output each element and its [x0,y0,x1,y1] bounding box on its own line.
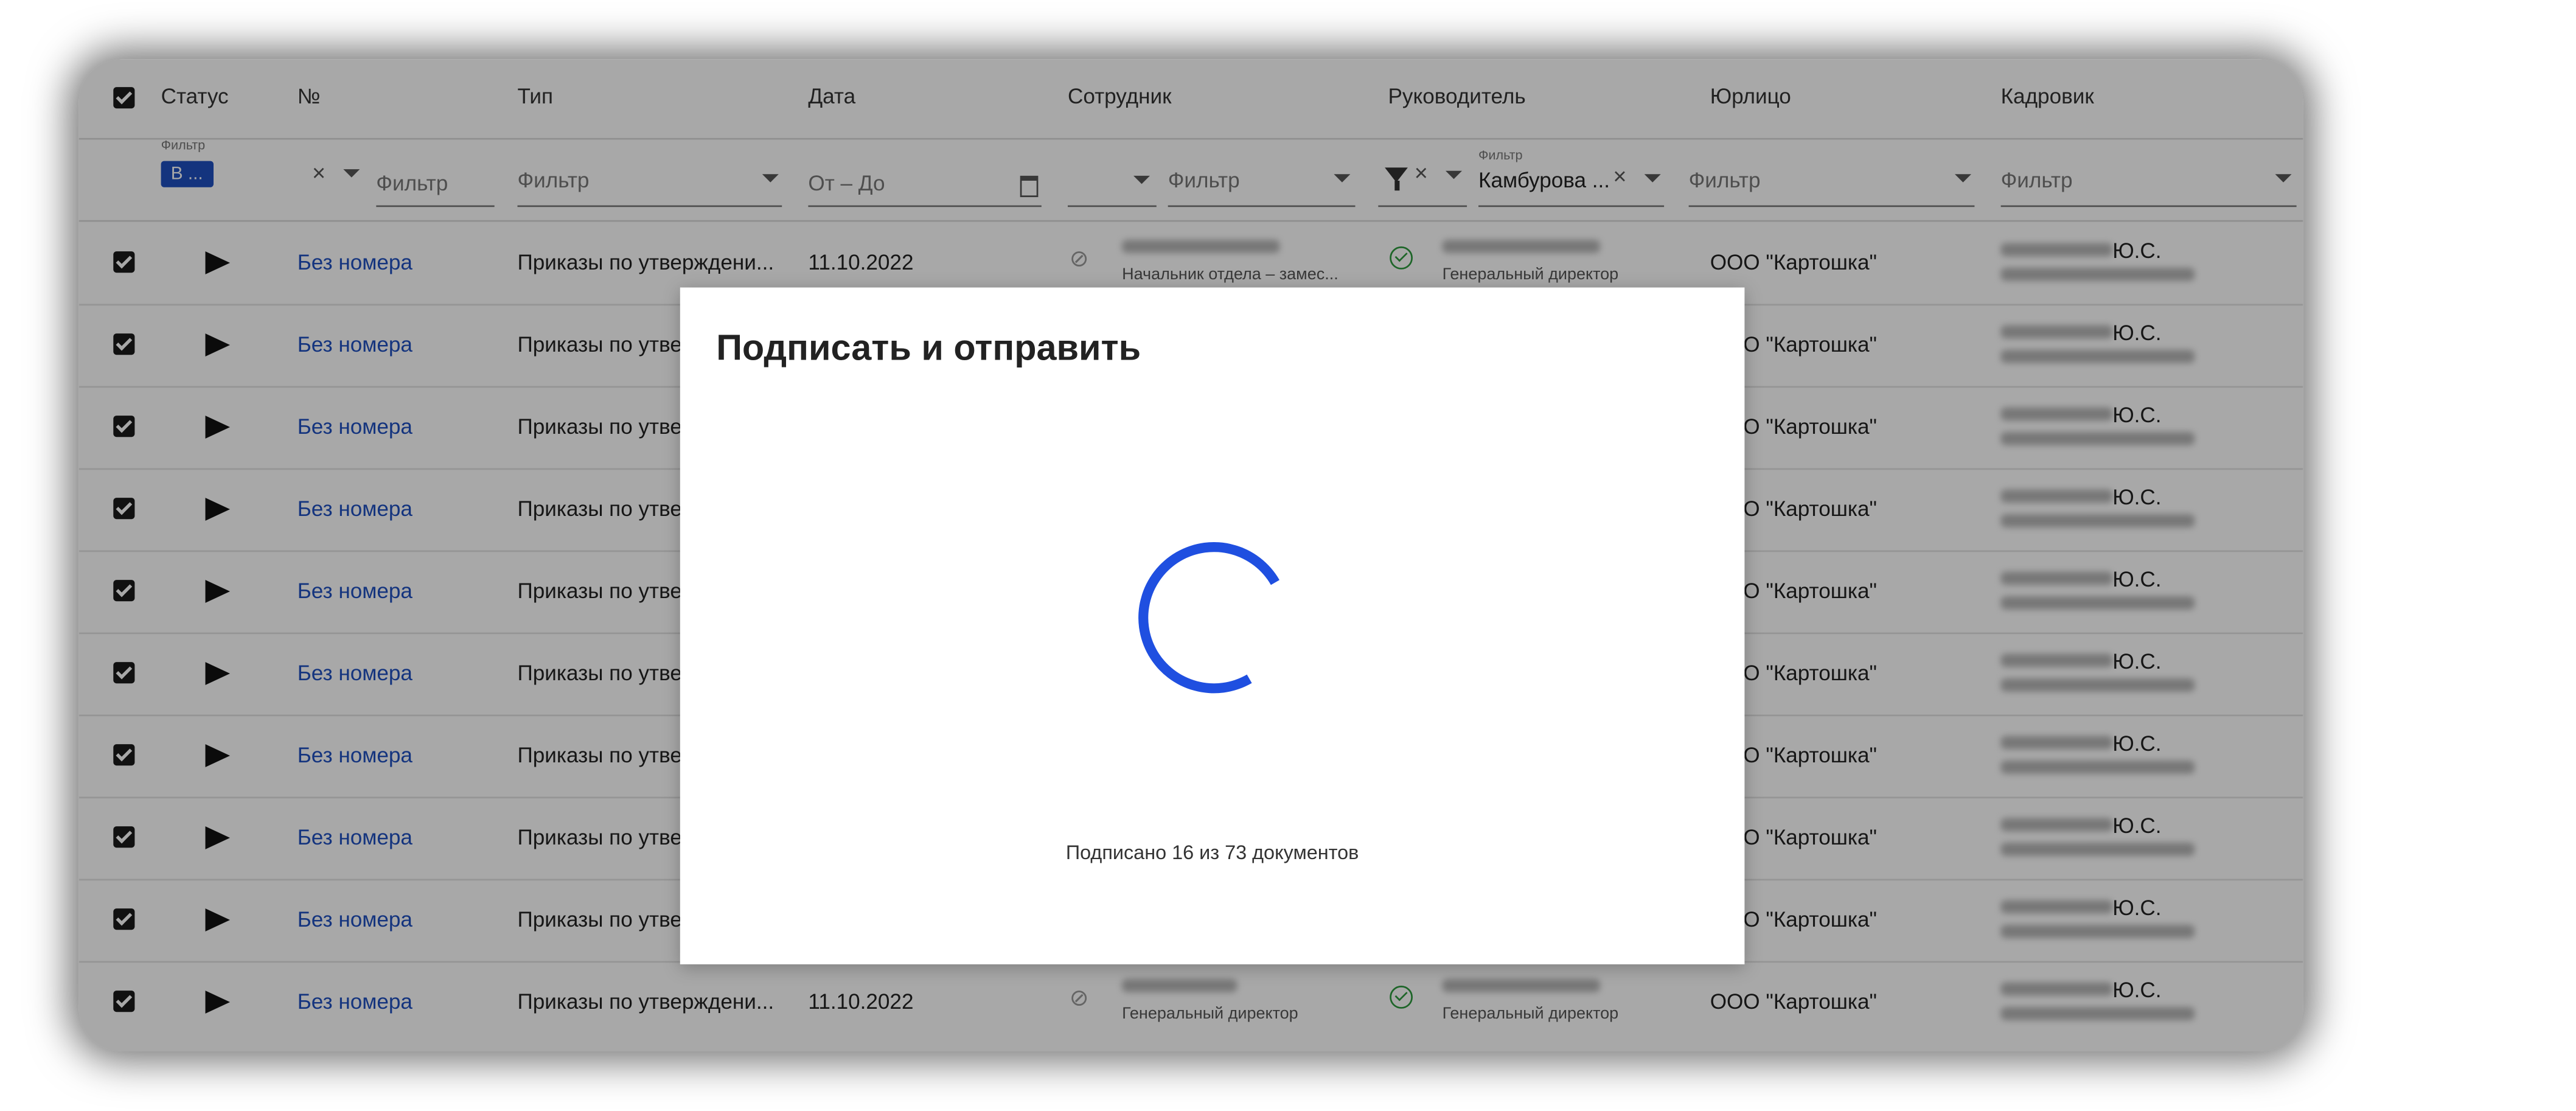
signing-progress-text: Подписано 16 из 73 документов [1065,841,1359,865]
dialog-title: Подписать и отправить [716,327,1141,368]
sign-and-send-dialog: Подписать и отправить Подписано 16 из 73… [680,287,1745,964]
spinner-icon [1121,525,1307,711]
